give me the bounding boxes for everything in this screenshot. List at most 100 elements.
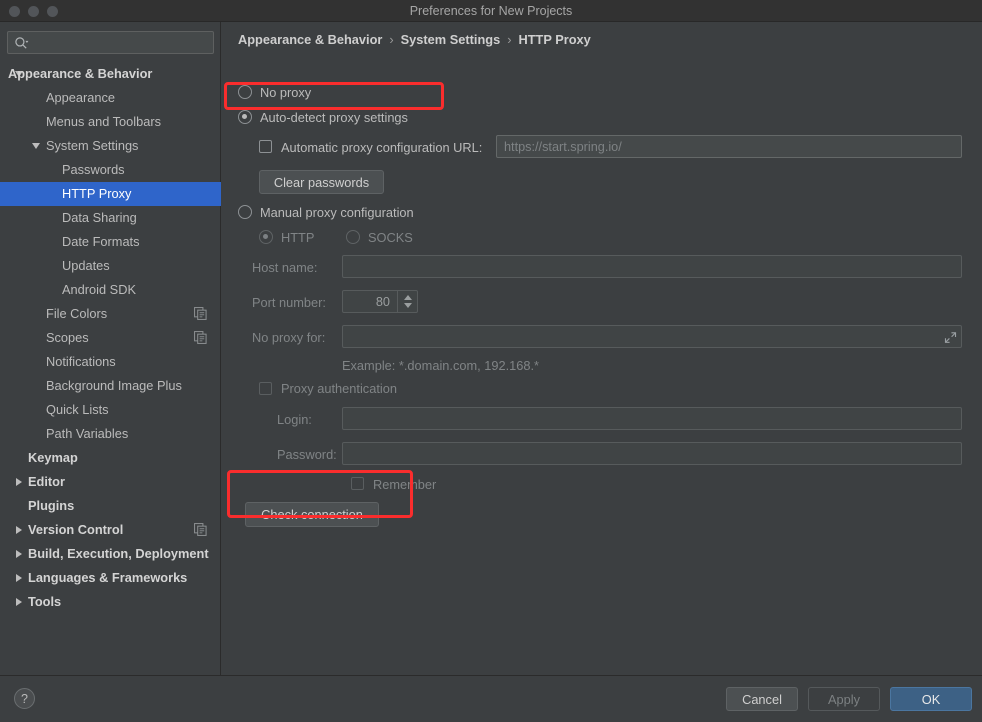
copy-settings-icon[interactable]: [194, 307, 207, 320]
password-input[interactable]: [342, 442, 962, 465]
sidebar-item-label: Data Sharing: [62, 210, 137, 225]
sidebar-item-label: File Colors: [46, 306, 108, 321]
help-button[interactable]: ?: [14, 688, 35, 709]
settings-sidebar: Appearance & Behavior Appearance Menus and…: [0, 22, 221, 675]
breadcrumb-separator-1: ›: [389, 32, 394, 47]
sidebar-item-label: Appearance: [46, 90, 116, 105]
sidebar-item-label: Editor: [28, 474, 65, 489]
sidebar-search[interactable]: [7, 31, 214, 54]
cancel-label: Cancel: [742, 691, 782, 707]
sidebar-item-label: Android SDK: [62, 282, 136, 297]
sidebar-item-build-execution-deployment[interactable]: Build, Execution, Deployment: [0, 542, 221, 566]
sidebar-item-label: Languages & Frameworks: [28, 570, 188, 585]
radio-socks[interactable]: [346, 230, 360, 244]
preferences-dialog: Preferences for New Projects Appearance …: [0, 0, 982, 722]
no-proxy-for-input[interactable]: [342, 325, 962, 348]
checkbox-proxy-authentication[interactable]: [259, 382, 272, 395]
clear-passwords-label: Clear passwords: [273, 174, 370, 190]
sidebar-item-keymap[interactable]: Keymap: [0, 446, 221, 470]
chevron-right-icon[interactable]: [13, 590, 25, 614]
sidebar-item-label: Appearance & Behavior: [8, 66, 153, 81]
ok-button[interactable]: OK: [890, 687, 972, 711]
sidebar-item-languages-frameworks[interactable]: Languages & Frameworks: [0, 566, 221, 590]
sidebar-item-label: Updates: [62, 258, 110, 273]
sidebar-item-label: Keymap: [28, 450, 78, 465]
ok-label: OK: [921, 691, 941, 707]
radio-no-proxy[interactable]: [238, 85, 252, 99]
sidebar-item-scopes[interactable]: Scopes: [0, 326, 221, 350]
host-name-input[interactable]: [342, 255, 962, 278]
expand-icon[interactable]: [944, 331, 957, 344]
radio-manual-proxy-configuration[interactable]: [238, 205, 252, 219]
sidebar-item-data-sharing[interactable]: Data Sharing: [0, 206, 221, 230]
sidebar-item-http-proxy[interactable]: HTTP Proxy: [0, 182, 221, 206]
http-proxy-panel: Appearance & Behavior › System Settings › HT…: [222, 22, 982, 675]
sidebar-item-android-sdk[interactable]: Android SDK: [0, 278, 221, 302]
login-input[interactable]: [342, 407, 962, 430]
radio-no-proxy-label[interactable]: No proxy: [260, 85, 311, 100]
sidebar-item-passwords[interactable]: Passwords: [0, 158, 221, 182]
sidebar-item-label: Tools: [28, 594, 62, 609]
clear-passwords-button[interactable]: Clear passwords: [259, 170, 384, 194]
stepper-up-icon[interactable]: [403, 295, 412, 300]
stepper-down-icon[interactable]: [403, 303, 412, 308]
port-number-label: Port number:: [252, 295, 326, 310]
breadcrumb-part-1[interactable]: Appearance & Behavior: [238, 32, 382, 47]
breadcrumb-part-2[interactable]: System Settings: [401, 32, 501, 47]
settings-tree: Appearance & Behavior Appearance Menus and…: [0, 62, 221, 614]
checkbox-remember[interactable]: [351, 477, 364, 490]
no-proxy-for-label: No proxy for:: [252, 330, 326, 345]
sidebar-item-path-variables[interactable]: Path Variables: [0, 422, 221, 446]
port-number-value: 80: [375, 294, 390, 309]
search-input[interactable]: [7, 31, 214, 54]
sidebar-item-tools[interactable]: Tools: [0, 590, 221, 614]
search-icon: [15, 37, 29, 49]
checkbox-automatic-proxy-config-url[interactable]: [259, 140, 272, 153]
sidebar-item-date-formats[interactable]: Date Formats: [0, 230, 221, 254]
copy-settings-icon[interactable]: [194, 523, 207, 536]
automatic-proxy-config-url-input[interactable]: https://start.spring.io/: [496, 135, 962, 158]
automatic-proxy-config-url-label: Automatic proxy configuration URL:: [281, 140, 483, 155]
window-titlebar: Preferences for New Projects: [0, 0, 982, 22]
sidebar-item-label: Quick Lists: [46, 402, 109, 417]
sidebar-item-label: Date Formats: [62, 234, 140, 249]
apply-label: Apply: [827, 691, 860, 707]
sidebar-item-label: Build, Execution, Deployment: [28, 546, 209, 561]
sidebar-item-background-image-plus[interactable]: Background Image Plus: [0, 374, 221, 398]
port-number-input[interactable]: 80: [342, 290, 418, 313]
chevron-right-icon[interactable]: [13, 518, 25, 542]
apply-button[interactable]: Apply: [808, 687, 880, 711]
sidebar-item-label: HTTP Proxy: [62, 186, 132, 201]
breadcrumb-part-3: HTTP Proxy: [518, 32, 591, 47]
chevron-right-icon[interactable]: [13, 542, 25, 566]
proxy-authentication-label[interactable]: Proxy authentication: [281, 381, 397, 396]
chevron-down-icon[interactable]: [30, 134, 42, 158]
cancel-button[interactable]: Cancel: [726, 687, 798, 711]
sidebar-item-notifications[interactable]: Notifications: [0, 350, 221, 374]
radio-http-label[interactable]: HTTP: [281, 230, 314, 245]
sidebar-item-label: System Settings: [46, 138, 139, 153]
sidebar-item-version-control[interactable]: Version Control: [0, 518, 221, 542]
copy-settings-icon[interactable]: [194, 331, 207, 344]
radio-auto-detect-proxy-label[interactable]: Auto-detect proxy settings: [260, 110, 408, 125]
radio-auto-detect-proxy[interactable]: [238, 110, 252, 124]
chevron-right-icon[interactable]: [13, 566, 25, 590]
sidebar-item-menus-and-toolbars[interactable]: Menus and Toolbars: [0, 110, 221, 134]
sidebar-item-label: Path Variables: [46, 426, 129, 441]
sidebar-item-quick-lists[interactable]: Quick Lists: [0, 398, 221, 422]
radio-manual-proxy-configuration-label[interactable]: Manual proxy configuration: [260, 205, 414, 220]
sidebar-item-label: Background Image Plus: [46, 378, 182, 393]
sidebar-item-editor[interactable]: Editor: [0, 470, 221, 494]
port-number-stepper[interactable]: [397, 291, 417, 312]
sidebar-item-file-colors[interactable]: File Colors: [0, 302, 221, 326]
radio-http[interactable]: [259, 230, 273, 244]
check-connection-button[interactable]: Check connection: [245, 502, 379, 527]
radio-socks-label[interactable]: SOCKS: [368, 230, 413, 245]
sidebar-item-system-settings[interactable]: System Settings: [0, 134, 221, 158]
remember-label[interactable]: Remember: [373, 477, 436, 492]
sidebar-item-plugins[interactable]: Plugins: [0, 494, 221, 518]
sidebar-item-updates[interactable]: Updates: [0, 254, 221, 278]
chevron-right-icon[interactable]: [13, 470, 25, 494]
sidebar-item-appearance-behavior[interactable]: Appearance & Behavior: [0, 62, 221, 86]
sidebar-item-appearance[interactable]: Appearance: [0, 86, 221, 110]
